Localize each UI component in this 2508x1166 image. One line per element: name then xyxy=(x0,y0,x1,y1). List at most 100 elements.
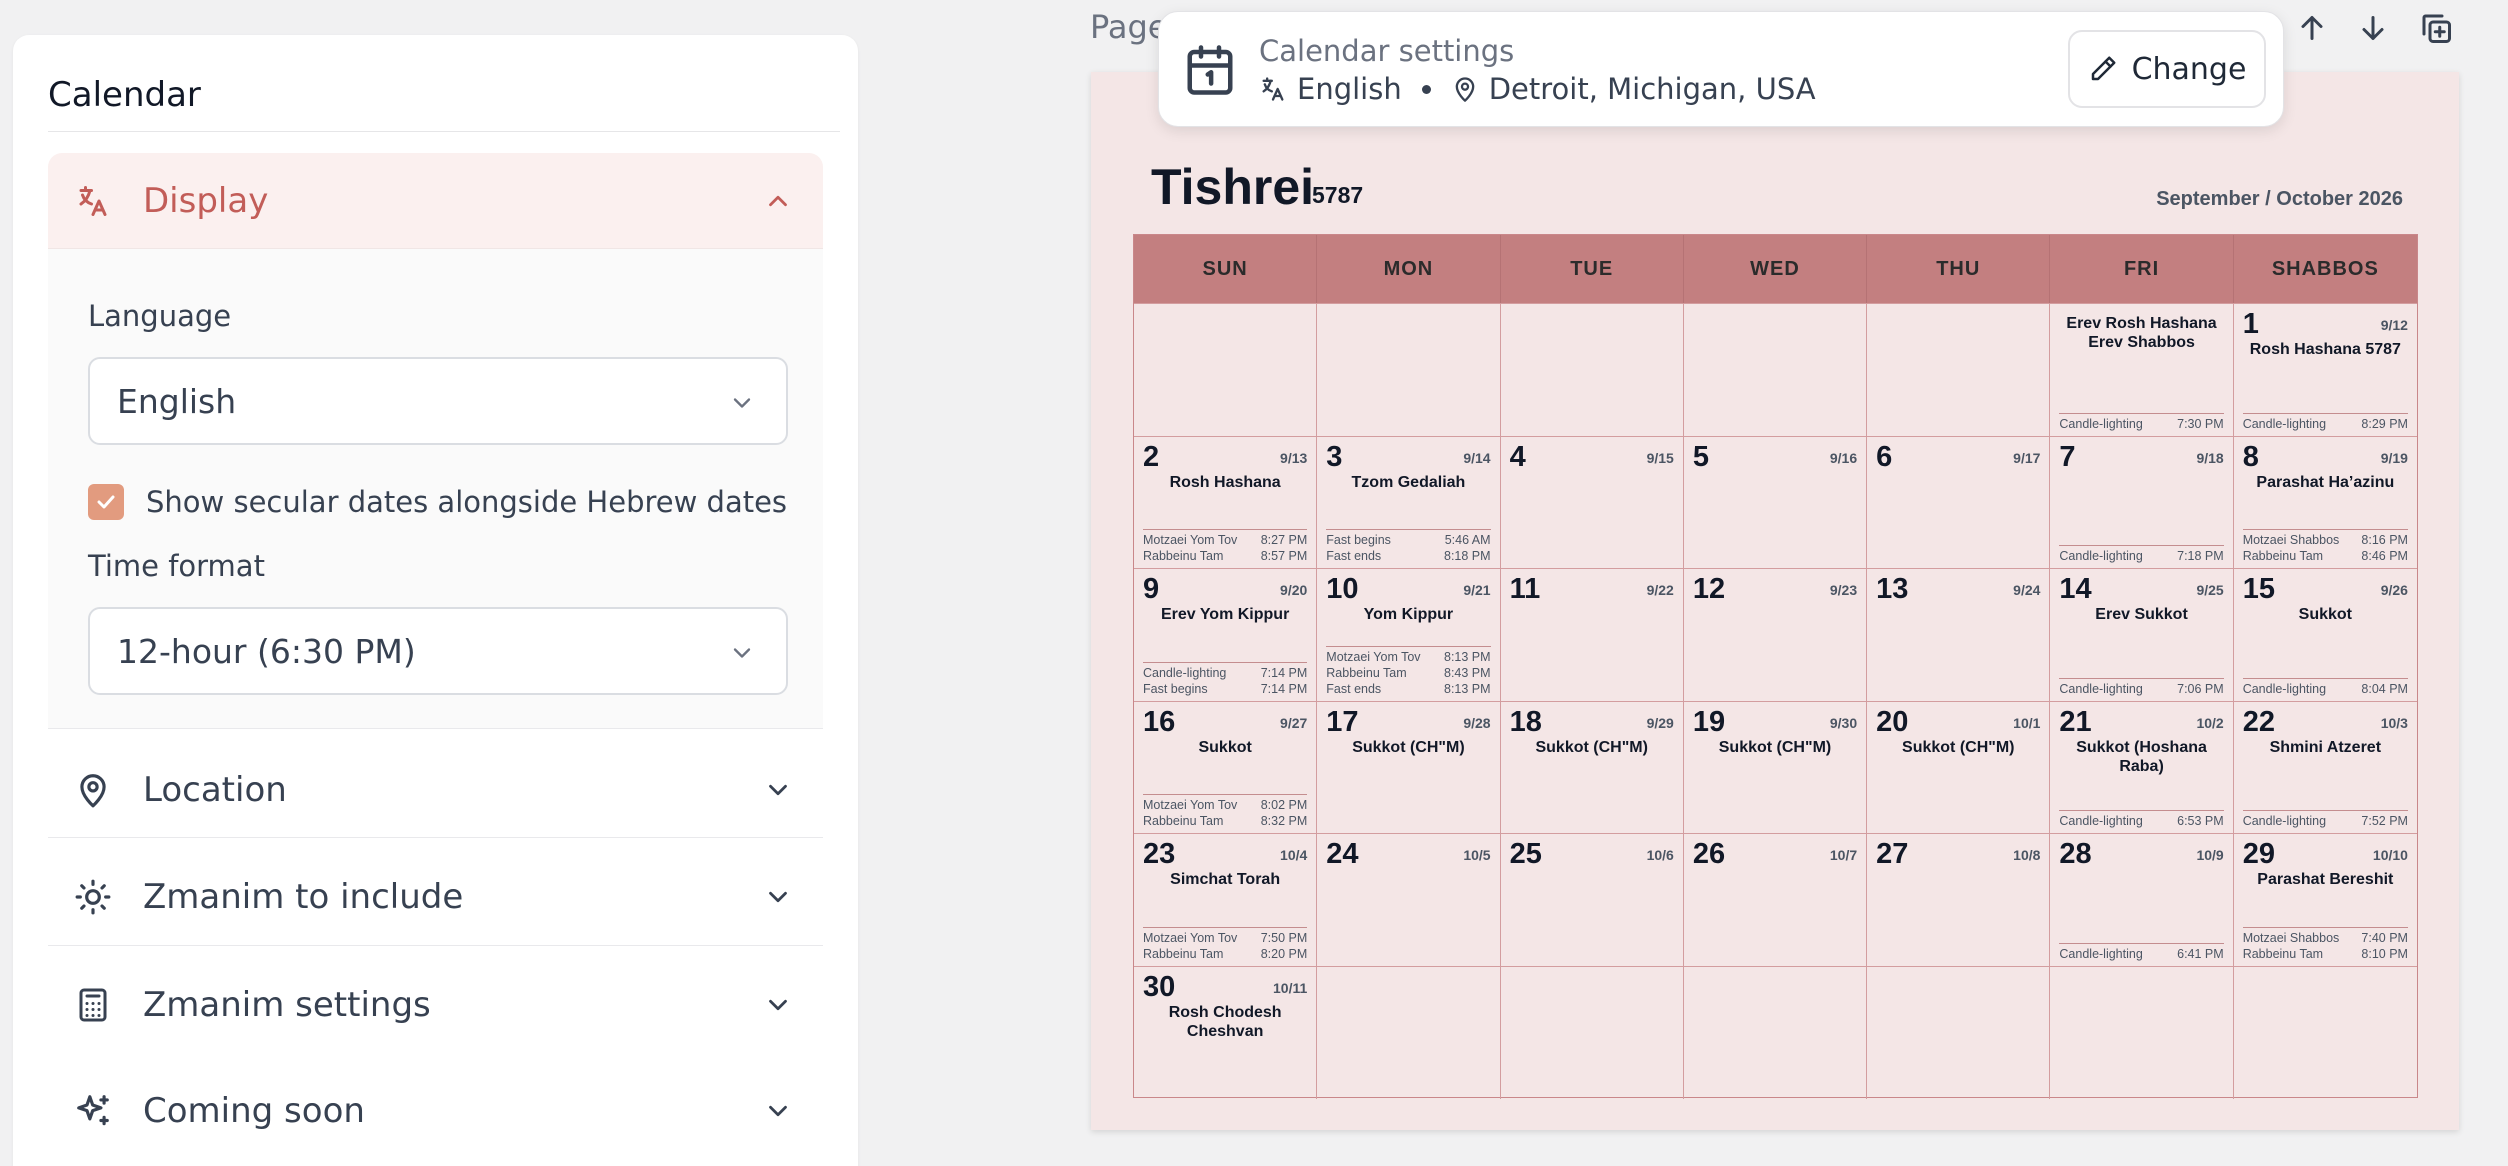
dow-fri: FRI xyxy=(2050,235,2234,303)
calendar-day-cell: 24 10/5 xyxy=(1317,834,1501,966)
arrow-up-icon[interactable] xyxy=(2294,10,2330,46)
section-zmanim-settings-header[interactable]: Zmanim settings xyxy=(48,957,823,1052)
dow-sun: SUN xyxy=(1134,235,1318,303)
hebrew-day-number: 15 xyxy=(2242,573,2275,606)
zmanim-list: Candle-lighting 7:18 PM xyxy=(2059,545,2224,564)
event-label: Rosh Chodesh Cheshvan xyxy=(1168,1003,1282,1040)
section-zmanim-include-header[interactable]: Zmanim to include xyxy=(48,849,823,944)
calendar-day-cell: 18 9/29 Sukkot (CH"M) xyxy=(1501,701,1684,834)
chevron-up-icon xyxy=(763,186,793,216)
zman-name: Fast begins xyxy=(1326,533,1391,548)
settings-panel: Calendar Display Language English Show s… xyxy=(13,35,858,1166)
day-events: Erev Rosh Hashana Erev Shabbos xyxy=(2056,314,2226,352)
sun-icon xyxy=(73,877,113,917)
section-divider xyxy=(48,945,823,946)
secular-date: 9/24 xyxy=(2013,582,2041,599)
zman-time: 7:06 PM xyxy=(2177,681,2224,696)
zman-time: 7:40 PM xyxy=(2361,930,2408,945)
map-pin-icon xyxy=(1451,75,1489,103)
change-button[interactable]: Change xyxy=(2068,30,2266,108)
zman-time: 8:43 PM xyxy=(1444,665,1491,680)
secular-date: 10/11 xyxy=(1273,979,1308,996)
section-divider xyxy=(48,728,823,729)
hebrew-day-number: 19 xyxy=(1692,705,1726,738)
hebrew-day-number: 29 xyxy=(2242,838,2275,871)
secular-date: 10/6 xyxy=(1646,847,1674,864)
secular-date: 9/27 xyxy=(1280,714,1308,731)
zman-name: Rabbeinu Tam xyxy=(2242,549,2324,564)
time-format-select[interactable]: 12-hour (6:30 PM) xyxy=(88,607,788,695)
language-select[interactable]: English xyxy=(88,357,788,445)
calendar-day-cell: 14 9/25 Erev Sukkot Candle-lighting 7:06 PM xyxy=(2050,569,2234,701)
zman-time: 7:14 PM xyxy=(1260,665,1308,680)
day-events: Sukkot (Hoshana Raba) xyxy=(2056,738,2226,776)
event-label: Erev Yom Kippur xyxy=(1160,606,1290,624)
popup-title: Calendar settings xyxy=(1259,34,1515,68)
secular-date: 10/7 xyxy=(1829,847,1858,864)
section-divider xyxy=(48,837,823,838)
hebrew-day-number: 3 xyxy=(1326,440,1343,473)
secular-date: 10/8 xyxy=(2013,847,2041,864)
zman-name: Motzaei Yom Tov xyxy=(1143,798,1238,813)
calendar-day-cell: 26 10/7 xyxy=(1684,834,1868,966)
zmanim-list: Motzaei Shabbos 8:16 PM Rabbeinu Tam 8:46 P… xyxy=(2242,529,2408,564)
secular-date: 10/5 xyxy=(1463,847,1491,864)
page-label: Page xyxy=(1090,8,1168,46)
zman-name: Rabbeinu Tam xyxy=(1143,814,1224,829)
zman-time: 8:16 PM xyxy=(2361,533,2408,548)
secular-date: 9/22 xyxy=(1646,582,1674,599)
zman-row: Motzaei Yom Tov 8:13 PM xyxy=(1326,649,1490,665)
zman-name: Candle-lighting xyxy=(2242,814,2327,829)
secular-date: 9/18 xyxy=(2196,449,2224,466)
show-secular-row[interactable]: Show secular dates alongside Hebrew date… xyxy=(88,484,787,520)
zmanim-list: Fast begins 5:46 AM Fast ends 8:18 PM xyxy=(1326,529,1491,564)
calendar-day-cell: 4 9/15 xyxy=(1501,436,1684,569)
calendar-settings-popup: Calendar settings English Detroit, Michi… xyxy=(1158,11,2284,127)
section-display-label: Display xyxy=(143,180,269,221)
zmanim-list: Candle-lighting 6:53 PM xyxy=(2059,810,2224,829)
hebrew-day-number: 28 xyxy=(2059,838,2092,871)
calendar-day-cell: 27 10/8 xyxy=(1867,834,2051,966)
zman-name: Candle-lighting xyxy=(2059,549,2143,564)
duplicate-page-icon[interactable] xyxy=(2418,10,2454,46)
zmanim-list: Motzaei Yom Tov 8:13 PM Rabbeinu Tam 8:43 P… xyxy=(1326,645,1491,697)
section-location-header[interactable]: Location xyxy=(48,742,823,837)
section-zmanim-settings-label: Zmanim settings xyxy=(143,984,431,1025)
hebrew-day-number: 7 xyxy=(2059,440,2076,473)
time-format-label: Time format xyxy=(88,549,265,583)
dow-thu: THU xyxy=(1867,235,2051,303)
day-events: Rosh Hashana xyxy=(1140,473,1310,492)
zman-name: Motzaei Yom Tov xyxy=(1143,533,1238,548)
zman-row: Motzaei Yom Tov 7:50 PM xyxy=(1143,930,1307,946)
event-label: Yom Kippur xyxy=(1363,606,1454,624)
zman-time: 8:57 PM xyxy=(1260,549,1308,564)
zman-time: 8:46 PM xyxy=(2361,549,2408,564)
popup-location: Detroit, Michigan, USA xyxy=(1488,72,1816,106)
secular-month-range: September / October 2026 xyxy=(2156,188,2403,210)
hebrew-day-number: 23 xyxy=(1143,838,1176,871)
chevron-down-icon xyxy=(728,389,756,417)
zmanim-list: Candle-lighting 8:04 PM xyxy=(2242,677,2408,697)
show-secular-checkbox[interactable] xyxy=(88,484,124,520)
zman-row: Candle-lighting 7:14 PM xyxy=(1143,665,1307,681)
hebrew-day-number: 20 xyxy=(1876,705,1909,738)
calendar-day-cell: 8 9/19 Parashat Ha’azinu Motzaei Shabbos 8:1… xyxy=(2234,437,2417,569)
calendar-day-cell xyxy=(1134,304,1318,436)
zman-row: Candle-lighting 8:04 PM xyxy=(2243,681,2408,697)
hebrew-day-number: 8 xyxy=(2242,440,2259,473)
calendar-day-cell xyxy=(1684,304,1868,436)
secular-date: 10/4 xyxy=(1280,847,1308,864)
section-coming-soon-header[interactable]: Coming soon xyxy=(48,1063,823,1158)
calendar-week: 9 9/20 Erev Yom Kippur Candle-lighting 7:14 … xyxy=(1134,568,2417,701)
section-display-header[interactable]: Display xyxy=(48,153,823,248)
secular-date: 9/26 xyxy=(2380,582,2408,599)
hebrew-day-number: 6 xyxy=(1876,440,1893,473)
hebrew-month: Tishrei xyxy=(1151,159,1315,215)
event-label: Erev Sukkot xyxy=(2095,606,2188,624)
secular-date: 10/9 xyxy=(2196,847,2224,864)
zman-time: 8:02 PM xyxy=(1260,798,1308,813)
zman-name: Candle-lighting xyxy=(1143,665,1227,680)
arrow-down-icon[interactable] xyxy=(2355,10,2391,46)
translate-icon xyxy=(1259,75,1297,103)
calendar-day-cell: 3 9/14 Tzom Gedaliah Fast begins 5:46 AM Fast… xyxy=(1317,436,1501,569)
